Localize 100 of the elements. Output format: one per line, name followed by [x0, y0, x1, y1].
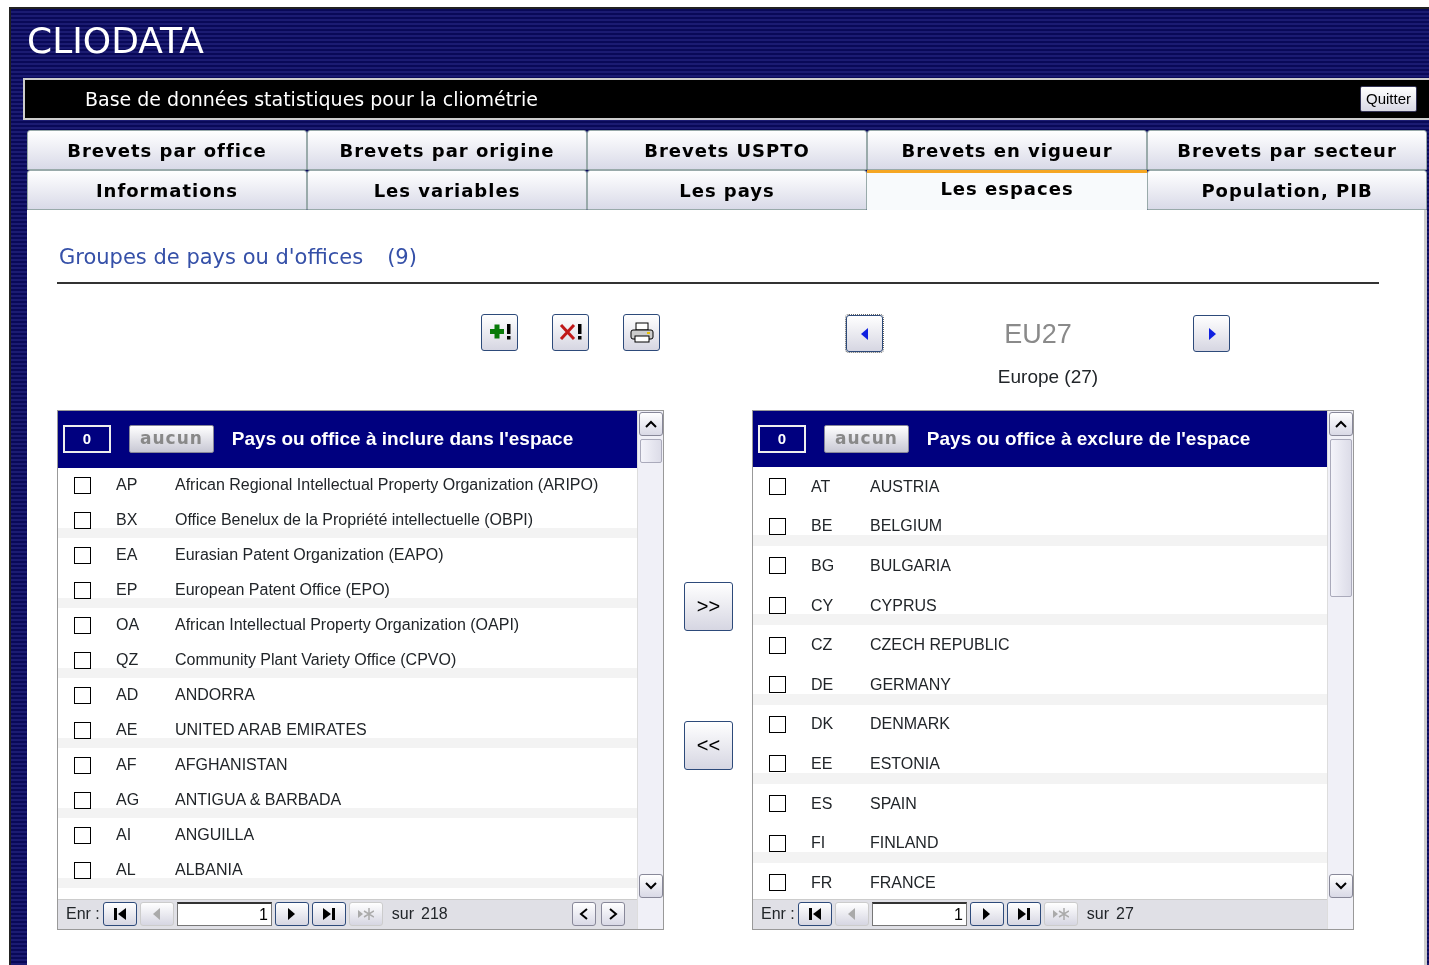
group-code: EU27: [1003, 317, 1073, 351]
checkbox[interactable]: [74, 476, 91, 494]
country-code: OA: [116, 615, 141, 635]
checkbox[interactable]: [74, 826, 91, 844]
scroll-down-button[interactable]: [639, 873, 663, 898]
country-code: CY: [811, 595, 835, 616]
tab[interactable]: Brevets par office: [27, 130, 307, 170]
move-button[interactable]: >>: [684, 581, 733, 631]
right-arrow-icon: [1206, 326, 1217, 341]
scroll-up-button[interactable]: [639, 411, 663, 436]
down-chevron-icon: [645, 880, 657, 891]
country-code: AG: [116, 790, 141, 810]
country-code: EE: [811, 753, 834, 774]
count-field[interactable]: 0: [63, 425, 111, 453]
tab[interactable]: Les espaces: [867, 170, 1147, 210]
country-code: BX: [116, 510, 139, 530]
country-code: BG: [811, 556, 836, 576]
country-name: ANGUILLA: [175, 825, 255, 845]
first-icon: [808, 908, 821, 921]
country-code: AI: [116, 825, 133, 845]
scroll-up-button[interactable]: [1329, 411, 1353, 436]
scroll-left-button[interactable]: [572, 902, 596, 926]
country-code: AD: [116, 685, 140, 705]
tab[interactable]: Les pays: [587, 170, 867, 210]
country-code: BE: [811, 516, 834, 537]
country-code: AE: [116, 720, 139, 740]
tab[interactable]: Brevets par origine: [307, 130, 587, 170]
record-label: Enr :: [66, 904, 100, 924]
next-button[interactable]: [1193, 315, 1230, 353]
tab[interactable]: Les variables: [307, 170, 587, 210]
group-name: Europe (27): [997, 365, 1099, 389]
next-record-button[interactable]: [969, 902, 1004, 927]
record-field[interactable]: 1: [176, 902, 272, 926]
country-name: ESTONIA: [870, 753, 940, 774]
first-record-button[interactable]: [102, 902, 137, 926]
country-code: CZ: [811, 635, 834, 656]
tab[interactable]: Brevets en vigueur: [867, 130, 1147, 170]
new-record-icon: [357, 908, 374, 920]
country-name: AUSTRIA: [870, 476, 940, 497]
toolbar-button[interactable]: [552, 313, 589, 351]
checkbox[interactable]: [74, 791, 91, 809]
checkbox[interactable]: [74, 686, 91, 704]
scroll-thumb[interactable]: [1330, 438, 1352, 597]
delete-icon: [557, 321, 584, 343]
checkbox[interactable]: [769, 834, 786, 852]
right-arrow-icon: [288, 908, 296, 920]
checkbox[interactable]: [769, 478, 786, 496]
checkbox[interactable]: [74, 511, 91, 529]
scroll-down-button[interactable]: [1329, 873, 1353, 898]
country-name: CYPRUS: [870, 595, 937, 616]
country-code: FI: [811, 833, 827, 854]
print-icon: [628, 321, 655, 343]
right-chevron-icon: [608, 908, 618, 920]
checkbox[interactable]: [769, 676, 786, 694]
toolbar-button[interactable]: [623, 313, 660, 351]
country-name: ALBANIA: [175, 860, 243, 880]
record-total-label: sur: [1086, 904, 1110, 925]
scroll-right-button[interactable]: [601, 902, 625, 926]
last-icon: [1017, 908, 1030, 921]
toolbar-button[interactable]: [481, 313, 518, 351]
country-name: European Patent Office (EPO): [175, 580, 390, 600]
country-name: DENMARK: [870, 714, 950, 735]
left-arrow-icon: [153, 908, 161, 920]
tab[interactable]: Brevets USPTO: [587, 130, 867, 170]
tab[interactable]: Informations: [27, 170, 307, 210]
record-field[interactable]: 1: [871, 902, 967, 927]
checkbox[interactable]: [769, 755, 786, 773]
scroll-thumb[interactable]: [640, 438, 662, 463]
country-code: AL: [116, 860, 137, 880]
checkbox[interactable]: [74, 581, 91, 599]
checkbox[interactable]: [769, 715, 786, 733]
country-code: EP: [116, 580, 139, 600]
last-record-button[interactable]: [1006, 902, 1041, 927]
checkbox[interactable]: [769, 557, 786, 575]
count-field[interactable]: 0: [758, 424, 806, 453]
previous-button[interactable]: [846, 315, 883, 353]
checkbox[interactable]: [769, 597, 786, 615]
checkbox[interactable]: [74, 721, 91, 739]
new-record-icon: [1052, 908, 1069, 921]
checkbox[interactable]: [74, 651, 91, 669]
country-code: DK: [811, 714, 835, 735]
quit-button[interactable]: Quitter: [1360, 85, 1417, 113]
country-name: AFGHANISTAN: [175, 755, 288, 775]
country-name: UNITED ARAB EMIRATES: [175, 720, 367, 740]
last-record-button[interactable]: [311, 902, 346, 926]
checkbox[interactable]: [769, 517, 786, 535]
country-name: BULGARIA: [870, 556, 951, 576]
tab[interactable]: Population, PIB: [1147, 170, 1427, 210]
checkbox[interactable]: [74, 616, 91, 634]
checkbox[interactable]: [74, 861, 91, 879]
checkbox[interactable]: [74, 546, 91, 564]
tab[interactable]: Brevets par secteur: [1147, 130, 1427, 170]
checkbox[interactable]: [769, 874, 786, 892]
checkbox[interactable]: [74, 756, 91, 774]
next-record-button[interactable]: [274, 902, 309, 926]
first-record-button[interactable]: [797, 902, 832, 927]
move-button[interactable]: <<: [684, 720, 733, 770]
checkbox[interactable]: [769, 636, 786, 654]
country-name: BELGIUM: [870, 516, 942, 537]
checkbox[interactable]: [769, 795, 786, 813]
